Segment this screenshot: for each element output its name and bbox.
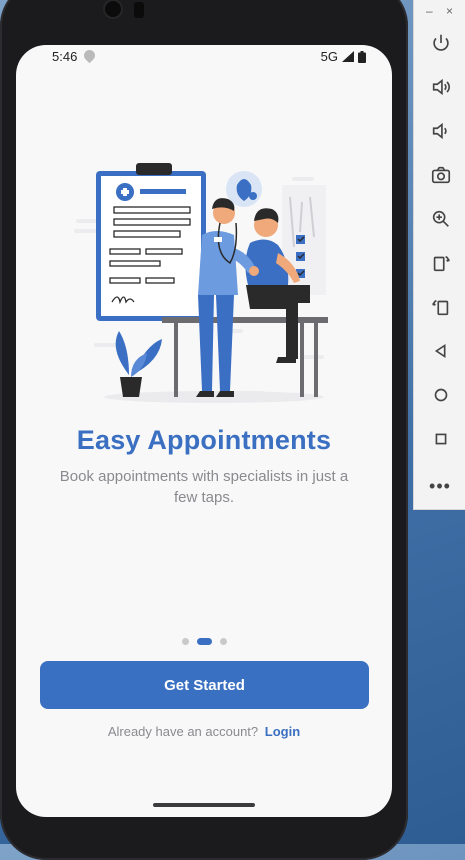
overview-icon[interactable] [428, 426, 454, 452]
more-options-icon[interactable]: ••• [414, 476, 465, 497]
phone-frame: 5:46 5G Easy Appointments Book appointme… [0, 0, 408, 860]
page-dot[interactable] [219, 638, 227, 645]
window-controls: – × [414, 4, 465, 18]
login-link[interactable]: Login [265, 724, 300, 739]
power-icon[interactable] [428, 30, 454, 56]
rotate-right-icon[interactable] [428, 294, 454, 320]
minimize-icon[interactable]: – [426, 4, 433, 18]
zoom-icon[interactable] [428, 206, 454, 232]
emulator-toolbar: – × ••• [413, 0, 465, 510]
camera-icon[interactable] [428, 162, 454, 188]
page-indicator [16, 638, 392, 645]
status-icons: 5G [321, 49, 366, 64]
signin-prompt-text: Already have an account? [107, 724, 259, 739]
notification-icon [81, 47, 98, 64]
battery-icon [358, 50, 366, 63]
cell-signal-icon [342, 51, 354, 62]
rotate-left-icon[interactable] [428, 250, 454, 276]
front-camera [105, 1, 121, 17]
doctor-illustration [74, 163, 328, 403]
close-icon[interactable]: × [446, 4, 453, 18]
status-time: 5:46 [52, 49, 78, 64]
get-started-button[interactable]: Get Started [40, 661, 369, 709]
volume-up-icon[interactable] [428, 74, 454, 100]
home-icon[interactable] [428, 382, 454, 408]
proximity-sensor [134, 2, 144, 18]
network-label: 5G [320, 49, 338, 64]
status-bar: 5:46 5G [16, 45, 392, 71]
page-dot-active[interactable] [196, 638, 212, 645]
signin-prompt: Already have an account? Login [16, 724, 392, 739]
home-gesture-bar[interactable] [153, 803, 255, 807]
volume-down-icon[interactable] [428, 118, 454, 144]
onboarding-subtitle: Book appointments with specialists in ju… [59, 468, 349, 506]
app-screen: 5:46 5G Easy Appointments Book appointme… [16, 45, 392, 817]
page-dot[interactable] [181, 638, 189, 645]
back-icon[interactable] [428, 338, 454, 364]
onboarding-title: Easy Appointments [76, 425, 332, 455]
